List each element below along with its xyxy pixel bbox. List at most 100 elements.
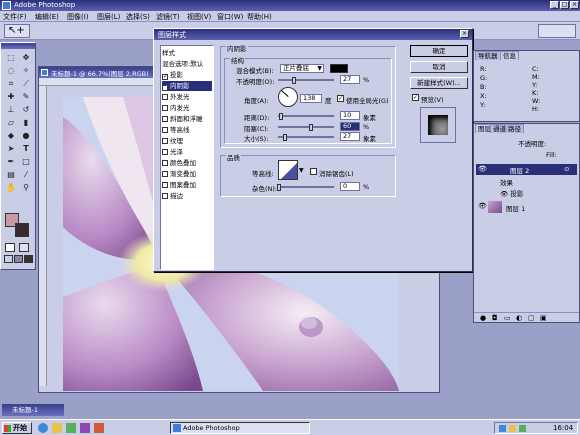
menu-edit[interactable]: 编辑(E)	[35, 12, 59, 22]
blend-mode-select[interactable]: 正片叠底 ▼	[280, 64, 324, 73]
screen-mode-full-icon[interactable]	[24, 255, 33, 263]
style-checkbox[interactable]	[162, 116, 168, 122]
style-item[interactable]: 渐变叠加	[162, 169, 212, 179]
maximize-button[interactable]: □	[560, 1, 569, 9]
style-item[interactable]: 描边	[162, 191, 212, 201]
angle-input[interactable]: 138	[300, 94, 322, 103]
style-checkbox[interactable]	[162, 149, 168, 155]
taskbar-photoshop-button[interactable]: Adobe Photoshop	[170, 422, 310, 434]
media-icon[interactable]	[80, 423, 90, 433]
new-style-button[interactable]: 新建样式(W)...	[410, 77, 468, 89]
zoom-tool-icon[interactable]: ⚲	[19, 182, 33, 194]
start-button[interactable]: 开始	[2, 422, 32, 434]
app-icon[interactable]	[94, 423, 104, 433]
healing-brush-tool-icon[interactable]: ✚	[4, 91, 18, 103]
tab-navigator[interactable]: 导航器	[475, 51, 501, 60]
style-item[interactable]: 样式	[162, 48, 212, 58]
standard-mode-icon[interactable]	[5, 243, 15, 252]
distance-input[interactable]: 10	[340, 111, 360, 120]
choke-slider-knob[interactable]	[309, 124, 314, 131]
add-style-icon[interactable]: ●	[480, 314, 486, 322]
noise-slider[interactable]	[277, 184, 334, 191]
history-brush-tool-icon[interactable]: ↺	[19, 104, 33, 116]
style-item[interactable]: 颜色叠加	[162, 158, 212, 168]
dodge-tool-icon[interactable]: ●	[19, 130, 33, 142]
close-button[interactable]: ×	[570, 1, 579, 9]
move-tool-preset-icon[interactable]: ↖+	[4, 24, 30, 38]
new-layer-icon[interactable]: ▢	[528, 314, 535, 322]
choke-slider[interactable]	[278, 124, 334, 131]
menu-filter[interactable]: 滤镜(T)	[156, 12, 180, 22]
eye-icon[interactable]: 👁	[500, 190, 508, 198]
ie-icon[interactable]	[38, 423, 48, 433]
add-mask-icon[interactable]: ◘	[492, 314, 498, 322]
contour-picker[interactable]	[278, 160, 298, 180]
style-item[interactable]: 图案叠加	[162, 180, 212, 190]
menu-window[interactable]: 窗口(W)	[217, 12, 243, 22]
folder-icon[interactable]	[52, 423, 62, 433]
notes-tool-icon[interactable]: ▤	[4, 169, 18, 181]
lasso-tool-icon[interactable]: ◌	[4, 65, 18, 77]
style-item[interactable]: 等高线	[162, 125, 212, 135]
slice-tool-icon[interactable]: ⟋	[19, 78, 33, 90]
tab-paths[interactable]: 路径	[505, 124, 524, 133]
menu-file[interactable]: 文件(F)	[3, 12, 27, 22]
style-checkbox[interactable]	[162, 138, 168, 144]
style-item[interactable]: 混合选项:默认	[162, 59, 212, 69]
palette-well[interactable]	[538, 24, 576, 38]
global-light-checkbox[interactable]: ✓	[337, 95, 344, 102]
tab-info[interactable]: 信息	[500, 51, 519, 60]
style-checkbox[interactable]	[162, 160, 168, 166]
noise-slider-knob[interactable]	[277, 184, 281, 191]
style-item[interactable]: 光泽	[162, 147, 212, 157]
layer-row-2[interactable]: 👁 图层 2 ⊙	[476, 164, 577, 175]
size-input[interactable]: 27	[340, 132, 360, 141]
effects-row[interactable]: 效果	[500, 177, 513, 187]
menu-layer[interactable]: 图层(L)	[97, 12, 120, 22]
shape-tool-icon[interactable]: □	[19, 156, 33, 168]
opacity-slider[interactable]	[278, 77, 334, 84]
trash-icon[interactable]: ▣	[540, 314, 547, 322]
size-slider[interactable]	[278, 134, 334, 141]
quick-mask-icon[interactable]	[19, 243, 29, 252]
eraser-tool-icon[interactable]: ▱	[4, 117, 18, 129]
marquee-tool-icon[interactable]: ⬚	[4, 52, 18, 64]
distance-slider[interactable]	[278, 113, 334, 120]
shadow-color-swatch[interactable]	[330, 64, 348, 73]
style-checkbox[interactable]	[162, 127, 168, 133]
style-checkbox[interactable]	[162, 193, 168, 199]
brush-tool-icon[interactable]: ✎	[19, 91, 33, 103]
adjustment-layer-icon[interactable]: ◐	[516, 314, 522, 322]
noise-input[interactable]: 0	[340, 182, 360, 191]
contour-chevron-down-icon[interactable]: ▼	[299, 167, 304, 174]
screen-mode-standard-icon[interactable]	[4, 255, 13, 263]
distance-slider-knob[interactable]	[279, 113, 284, 120]
dialog-close-button[interactable]: ×	[460, 30, 469, 38]
stamp-tool-icon[interactable]: ⊥	[4, 104, 18, 116]
style-checkbox[interactable]	[162, 105, 168, 111]
style-item[interactable]: 外发光	[162, 92, 212, 102]
opacity-slider-knob[interactable]	[291, 77, 296, 84]
minimize-button[interactable]: _	[550, 1, 559, 9]
menu-view[interactable]: 视图(V)	[187, 12, 211, 22]
eyedropper-tool-icon[interactable]: ⁄	[19, 169, 33, 181]
effect-drop-shadow-row[interactable]: 👁 投影	[500, 188, 523, 198]
eye-icon[interactable]: 👁	[478, 202, 487, 210]
move-tool-icon[interactable]: ✥	[19, 52, 33, 64]
desktop-icon[interactable]	[66, 423, 76, 433]
cancel-button[interactable]: 取消	[410, 61, 468, 73]
ok-button[interactable]: 确定	[410, 45, 468, 57]
screen-mode-full-menu-icon[interactable]	[14, 255, 23, 263]
layer-row-1[interactable]: 👁 图层 1	[476, 200, 577, 214]
style-checkbox[interactable]	[162, 182, 168, 188]
style-checkbox[interactable]: ✓	[162, 85, 168, 91]
menu-help[interactable]: 帮助(H)	[247, 12, 272, 22]
style-checkbox[interactable]	[162, 171, 168, 177]
style-item[interactable]: 斜面和浮雕	[162, 114, 212, 124]
size-slider-knob[interactable]	[282, 134, 287, 141]
minimized-document[interactable]: 未标题-1	[2, 404, 64, 416]
antialias-checkbox[interactable]	[310, 168, 317, 175]
magic-wand-tool-icon[interactable]: ✧	[19, 65, 33, 77]
menu-select[interactable]: 选择(S)	[126, 12, 150, 22]
type-tool-icon[interactable]: T	[19, 143, 33, 155]
